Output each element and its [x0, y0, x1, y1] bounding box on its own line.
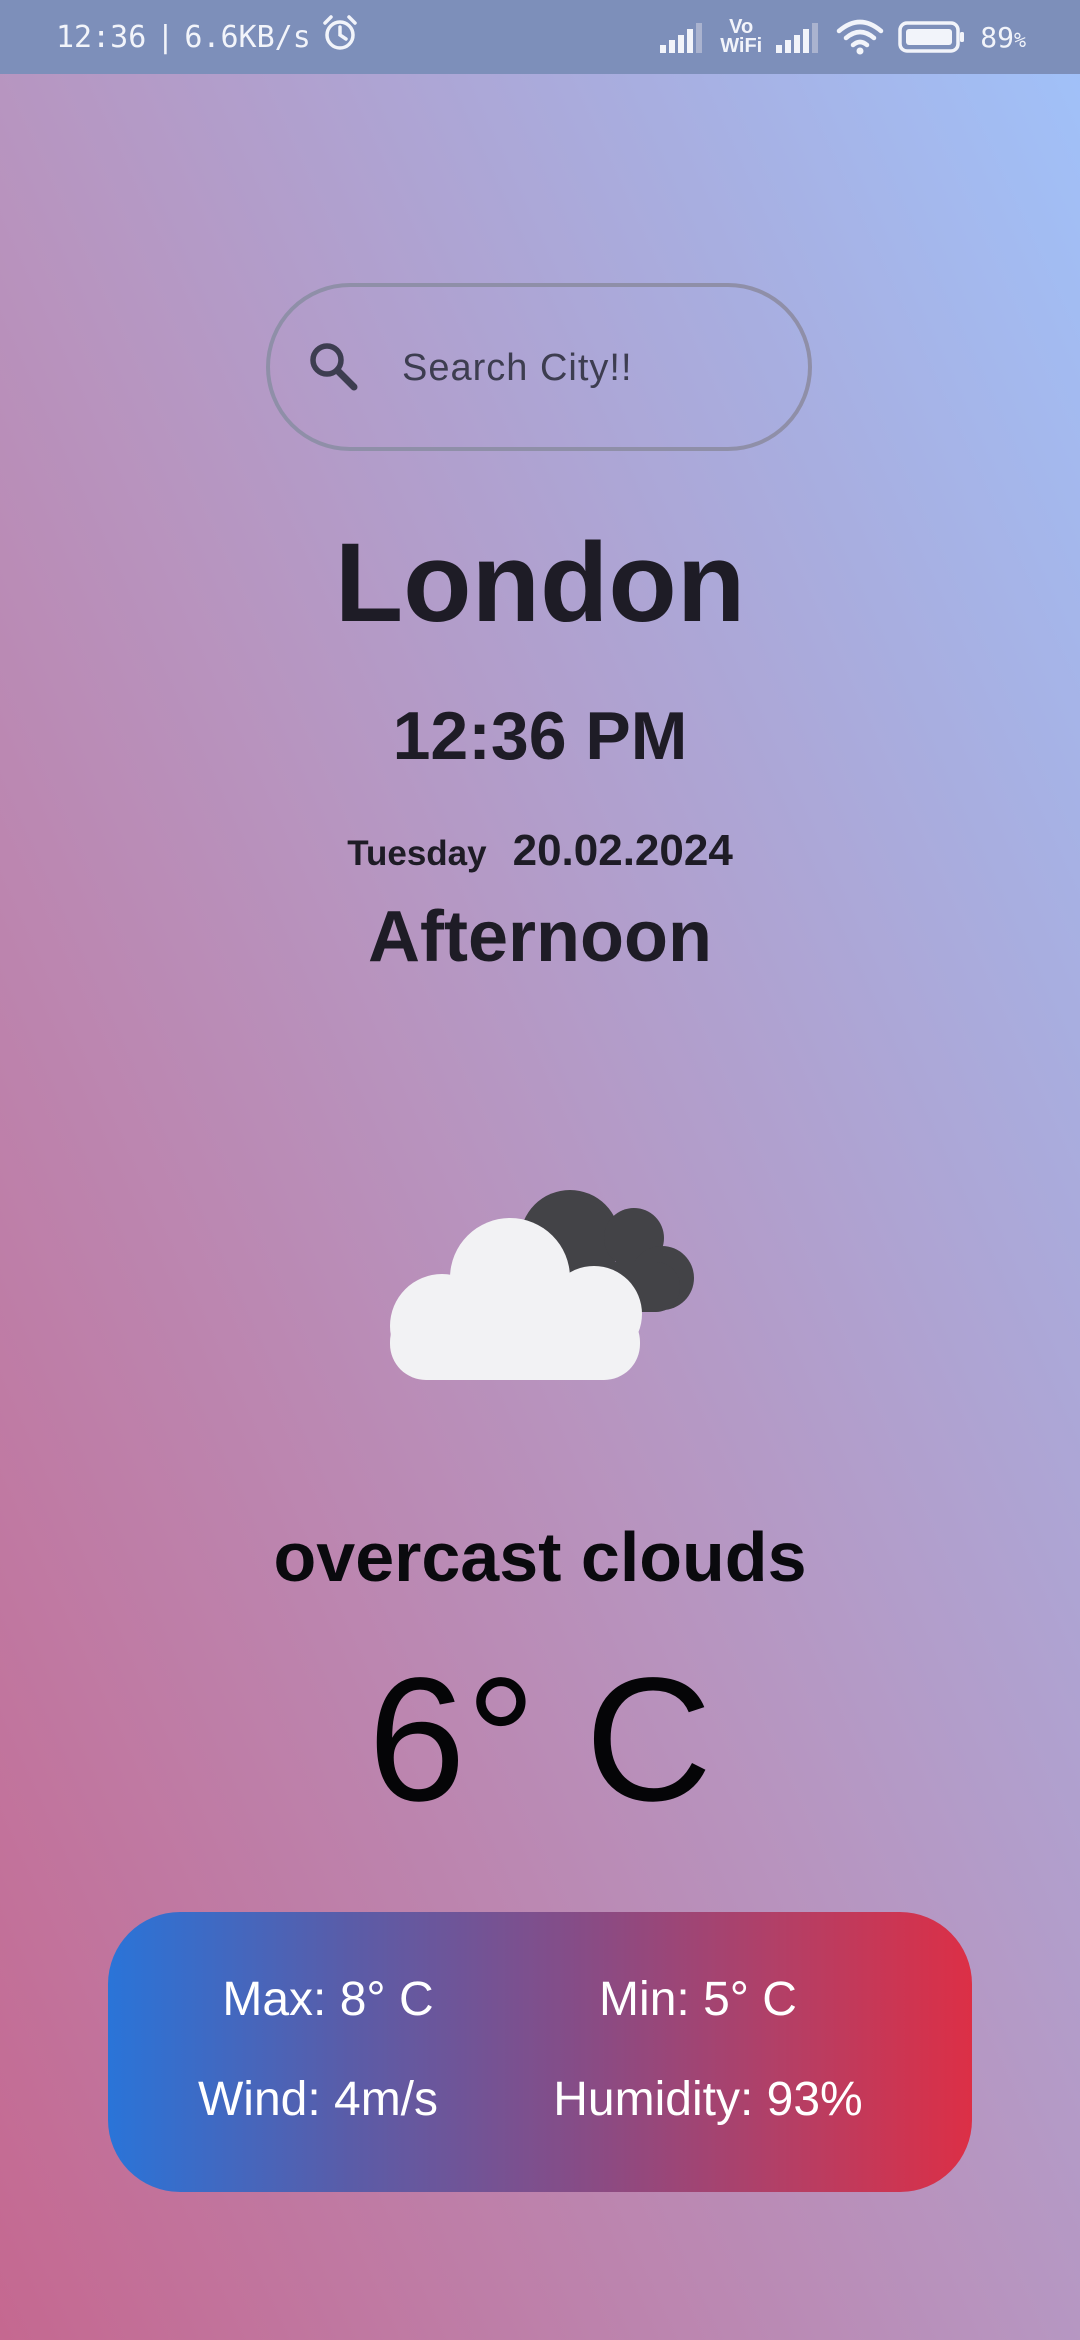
- min-temperature: Min: 5° C: [599, 1973, 797, 2026]
- status-time: 12:36: [56, 19, 147, 55]
- date: 20.02.2024: [512, 826, 733, 875]
- local-time: 12:36 PM: [392, 698, 688, 774]
- weather-description: overcast clouds: [273, 1518, 807, 1596]
- date-row: Tuesday 20.02.2024: [0, 826, 1080, 876]
- details-card: Max: 8° C Min: 5° C Wind: 4m/s Humidity:…: [108, 1912, 972, 2192]
- alarm-icon: [321, 14, 359, 60]
- weekday: Tuesday: [347, 834, 487, 873]
- wifi-icon: [836, 19, 884, 55]
- city-name: London: [334, 520, 746, 645]
- temperature: 6° C: [367, 1642, 713, 1838]
- battery-percentage: 89%: [980, 21, 1026, 54]
- signal-icon-secondary: [776, 21, 822, 53]
- wind-speed: Wind: 4m/s: [197, 2073, 439, 2126]
- status-separator: |: [156, 19, 175, 55]
- max-temperature: Max: 8° C: [222, 1973, 434, 2026]
- search-input[interactable]: [400, 327, 784, 409]
- search-icon[interactable]: [306, 339, 362, 395]
- signal-icon: [660, 21, 706, 53]
- status-right: Vo WiFi 89%: [660, 0, 1026, 74]
- network-speed: 6.6KB/s: [184, 19, 311, 55]
- battery-unit: %: [1013, 27, 1026, 52]
- day-period: Afternoon: [368, 897, 712, 977]
- overcast-clouds-icon: [376, 1166, 706, 1380]
- vowifi-bottom: WiFi: [720, 35, 763, 57]
- search-box[interactable]: [266, 283, 812, 451]
- battery-value: 89: [980, 20, 1014, 54]
- battery-icon: [898, 21, 966, 53]
- vowifi-icon: Vo WiFi: [720, 17, 763, 57]
- status-bar: 12:36 | 6.6KB/s Vo WiFi 89%: [0, 0, 1080, 74]
- status-left: 12:36 | 6.6KB/s: [56, 0, 359, 74]
- humidity: Humidity: 93%: [553, 2073, 863, 2126]
